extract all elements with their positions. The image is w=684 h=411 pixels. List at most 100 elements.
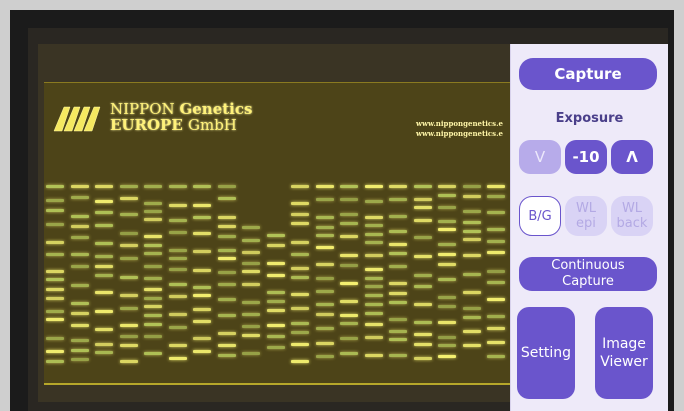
gel-band (46, 288, 64, 291)
gel-band (315, 303, 334, 306)
gel-band (389, 230, 407, 233)
gel-band (340, 314, 358, 317)
gel-band (340, 213, 358, 216)
image-viewer-line2: Viewer (600, 354, 648, 370)
gel-band (193, 320, 211, 323)
gel-band (462, 254, 481, 257)
gel-band (291, 267, 309, 270)
company-url-2: www.nippongenetics.e (416, 129, 503, 138)
gel-band (413, 321, 432, 324)
gel-band (266, 346, 285, 349)
gel-band (46, 297, 64, 300)
exposure-increase-button[interactable]: Λ (611, 140, 653, 174)
gel-band (487, 211, 505, 214)
gel-band (70, 312, 89, 315)
gel-band (95, 328, 113, 331)
gel-band (217, 283, 236, 286)
gel-band (46, 270, 64, 273)
gel-band (438, 243, 456, 246)
continuous-capture-button[interactable]: Continuous Capture (519, 257, 657, 291)
gel-band (291, 331, 309, 334)
gel-band (462, 344, 481, 347)
gel-band (315, 290, 334, 293)
gel-band (70, 349, 89, 352)
gel-band (95, 274, 113, 277)
gel-band (193, 294, 211, 297)
gel-band (462, 330, 481, 333)
gel-band (389, 252, 407, 255)
gel-band (315, 313, 334, 316)
gel-band (95, 343, 113, 346)
gel-band (462, 195, 481, 198)
gel-band (266, 262, 285, 265)
gel-band (438, 296, 456, 299)
gel-band (119, 244, 138, 247)
gel-band (217, 197, 236, 200)
gel-band (193, 350, 211, 353)
gel-band (364, 241, 383, 244)
gel-band (291, 276, 309, 279)
gel-band (242, 262, 260, 265)
gel-band (217, 225, 236, 228)
mode-bg-button[interactable]: B/G (519, 196, 561, 236)
gel-band (144, 218, 162, 221)
gel-band (389, 338, 407, 341)
gel-band (46, 278, 64, 281)
gel-band (168, 295, 187, 298)
gel-band (95, 255, 113, 258)
gel-band (119, 307, 138, 310)
gel-band (462, 273, 481, 276)
gel-band (242, 334, 260, 337)
gel-band (242, 270, 260, 273)
gel-band (389, 292, 407, 295)
gel-band (389, 354, 407, 357)
gel-band (340, 264, 358, 267)
gel-band (389, 318, 407, 321)
gel-band (70, 215, 89, 218)
capture-button[interactable]: Capture (519, 58, 657, 90)
exposure-decrease-button[interactable]: V (519, 140, 561, 174)
gel-band (413, 198, 432, 201)
gel-band (193, 216, 211, 219)
gel-band (487, 228, 505, 231)
gel-band (95, 224, 113, 227)
gel-band (315, 226, 334, 229)
gel-band (70, 225, 89, 228)
gel-band (144, 185, 162, 188)
gel-band (119, 294, 138, 297)
gel-band (242, 251, 260, 254)
setting-button[interactable]: Setting (517, 307, 575, 399)
gel-band (95, 185, 113, 188)
gel-band (168, 357, 187, 360)
gel-band (95, 291, 113, 294)
gel-band (95, 200, 113, 203)
gel-band (217, 298, 236, 301)
gel-band (242, 313, 260, 316)
gel-band (364, 312, 383, 315)
control-panel: Capture Exposure V -10 Λ B/G WL epi WL bac… (510, 44, 668, 411)
gel-band (193, 286, 211, 289)
gel-band (389, 301, 407, 304)
company-name-line2a: EUROPE (110, 116, 188, 134)
gel-band (46, 337, 64, 340)
gel-band (438, 321, 456, 324)
gel-band (46, 360, 64, 363)
gel-band (242, 301, 260, 304)
gel-band (144, 323, 162, 326)
gel-band (217, 314, 236, 317)
gel-band (119, 232, 138, 235)
image-viewer-button[interactable]: Image Viewer (595, 307, 653, 399)
gel-band (413, 274, 432, 277)
gel-band (462, 230, 481, 233)
gel-band (438, 194, 456, 197)
gel-band (119, 324, 138, 327)
gel-band (389, 330, 407, 333)
exposure-value[interactable]: -10 (565, 140, 607, 174)
mode-wl-back-button[interactable]: WL back (611, 196, 653, 236)
gel-band (95, 265, 113, 268)
gel-band (144, 288, 162, 291)
gel-band (291, 213, 309, 216)
gel-band (46, 185, 64, 188)
gel-band (413, 236, 432, 239)
mode-wl-epi-button[interactable]: WL epi (565, 196, 607, 236)
